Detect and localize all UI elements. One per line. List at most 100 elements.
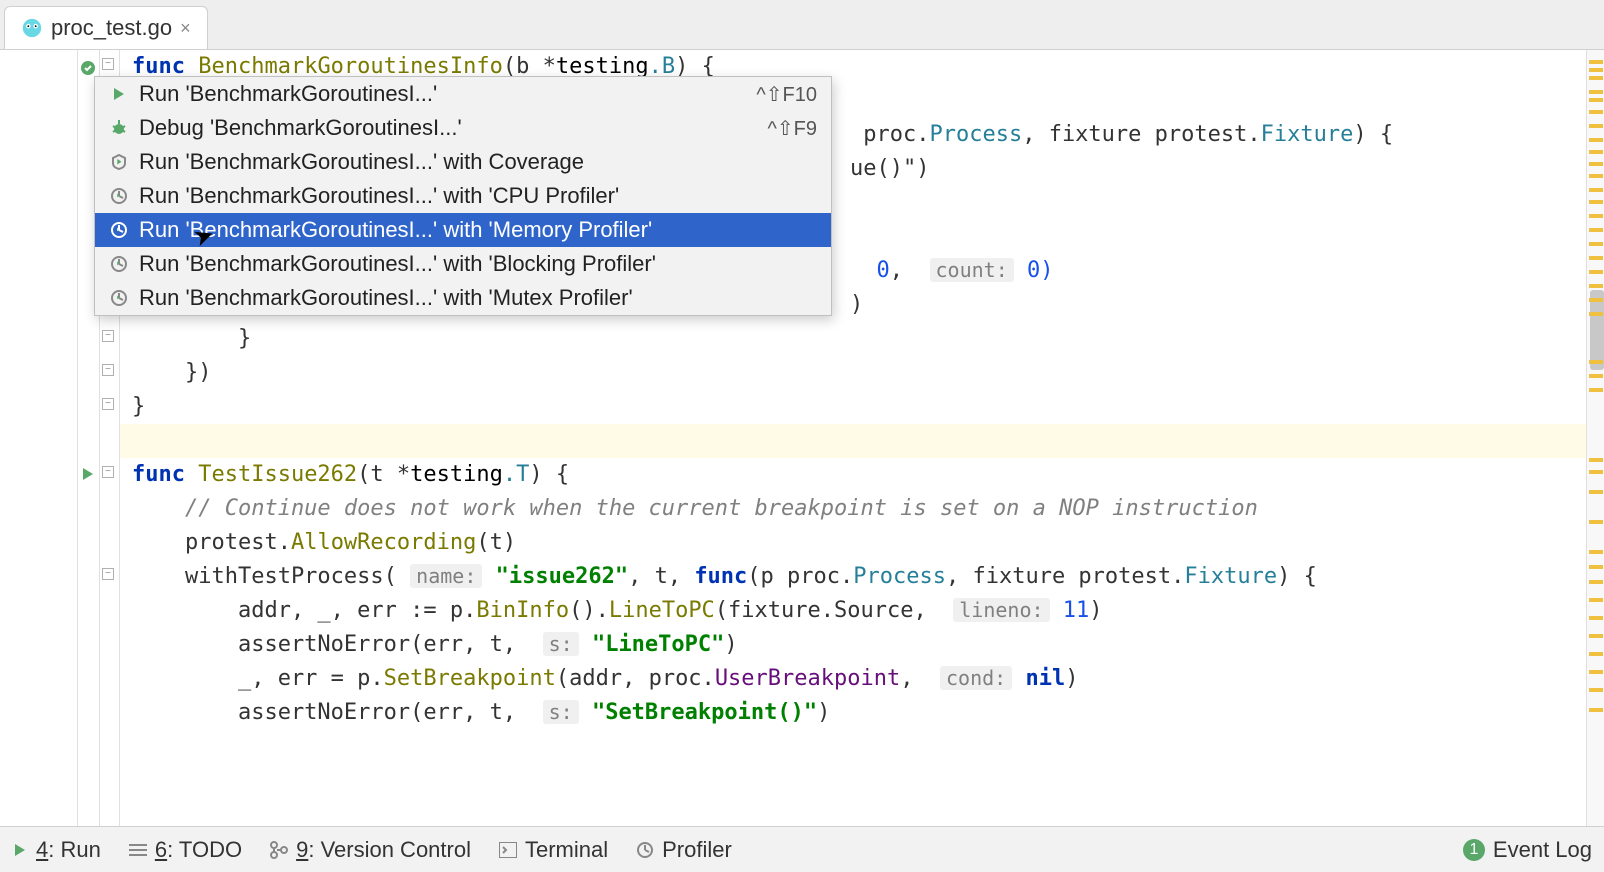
profile-icon bbox=[109, 255, 129, 273]
vcs-icon bbox=[270, 841, 288, 859]
fold-icon[interactable]: − bbox=[102, 568, 114, 580]
scrollbar-thumb[interactable] bbox=[1590, 290, 1604, 370]
code-line: 0, count: 0) bbox=[850, 258, 1054, 283]
stripe-warning-mark[interactable] bbox=[1589, 200, 1603, 204]
stripe-warning-mark[interactable] bbox=[1589, 688, 1603, 692]
menu-item-label: Run 'BenchmarkGoroutinesI...' with 'CPU … bbox=[139, 183, 817, 209]
code-line: ) bbox=[850, 292, 863, 317]
menu-item-label: Run 'BenchmarkGoroutinesI...' bbox=[139, 81, 716, 107]
menu-item-label: Run 'BenchmarkGoroutinesI...' with Cover… bbox=[139, 149, 817, 175]
stripe-warning-mark[interactable] bbox=[1589, 374, 1603, 378]
stripe-warning-mark[interactable] bbox=[1589, 150, 1603, 154]
stripe-warning-mark[interactable] bbox=[1589, 470, 1603, 474]
run-icon bbox=[109, 86, 129, 102]
stripe-warning-mark[interactable] bbox=[1589, 174, 1603, 178]
event-log-badge: 1 bbox=[1463, 839, 1485, 861]
menu-item-label: Run 'BenchmarkGoroutinesI...' with 'Mute… bbox=[139, 285, 817, 311]
code-line: ue()") bbox=[850, 156, 929, 181]
code-line: func TestIssue262(t *testing.T) { bbox=[132, 462, 569, 487]
go-file-icon bbox=[21, 17, 43, 39]
code-line: } bbox=[132, 394, 145, 419]
stripe-warning-mark[interactable] bbox=[1589, 98, 1603, 102]
stripe-warning-mark[interactable] bbox=[1589, 138, 1603, 142]
context-menu-item[interactable]: Run 'BenchmarkGoroutinesI...' with 'Bloc… bbox=[95, 247, 831, 281]
profile-icon bbox=[109, 221, 129, 239]
code-line: assertNoError(err, t, s: "LineToPC") bbox=[132, 632, 738, 657]
stripe-warning-mark[interactable] bbox=[1589, 360, 1603, 364]
status-terminal[interactable]: Terminal bbox=[499, 837, 608, 863]
debug-icon bbox=[109, 120, 129, 136]
code-line: }) bbox=[132, 360, 211, 385]
stripe-warning-mark[interactable] bbox=[1589, 270, 1603, 274]
stripe-warning-mark[interactable] bbox=[1589, 388, 1603, 392]
stripe-warning-mark[interactable] bbox=[1589, 162, 1603, 166]
stripe-warning-mark[interactable] bbox=[1589, 214, 1603, 218]
stripe-warning-mark[interactable] bbox=[1589, 550, 1603, 554]
context-menu-item[interactable]: Run 'BenchmarkGoroutinesI...' with 'Mute… bbox=[95, 281, 831, 315]
context-menu-item[interactable]: Run 'BenchmarkGoroutinesI...' with 'CPU … bbox=[95, 179, 831, 213]
code-line: addr, _, err := p.BinInfo().LineToPC(fix… bbox=[132, 598, 1103, 623]
status-event-log[interactable]: 1 Event Log bbox=[1463, 837, 1592, 863]
stripe-warning-mark[interactable] bbox=[1589, 565, 1603, 569]
stripe-warning-mark[interactable] bbox=[1589, 580, 1603, 584]
stripe-warning-mark[interactable] bbox=[1589, 256, 1603, 260]
menu-item-shortcut: ^⇧F10 bbox=[756, 82, 817, 107]
run-gutter-icon[interactable] bbox=[80, 466, 96, 482]
fold-icon[interactable]: − bbox=[102, 58, 114, 70]
stripe-warning-mark[interactable] bbox=[1589, 634, 1603, 638]
stripe-warning-mark[interactable] bbox=[1589, 284, 1603, 288]
status-profiler[interactable]: Profiler bbox=[636, 837, 732, 863]
pass-status-icon bbox=[80, 60, 96, 76]
fold-icon[interactable]: − bbox=[102, 398, 114, 410]
file-tab[interactable]: proc_test.go × bbox=[4, 6, 208, 49]
code-line: withTestProcess( name: "issue262", t, fu… bbox=[132, 564, 1317, 589]
todo-icon bbox=[129, 843, 147, 857]
stripe-warning-mark[interactable] bbox=[1589, 188, 1603, 192]
context-menu-item[interactable]: Run 'BenchmarkGoroutinesI...' with Cover… bbox=[95, 145, 831, 179]
close-tab-icon[interactable]: × bbox=[180, 18, 191, 39]
stripe-warning-mark[interactable] bbox=[1589, 298, 1603, 302]
error-stripe[interactable] bbox=[1586, 50, 1604, 826]
fold-icon[interactable]: − bbox=[102, 364, 114, 376]
stripe-warning-mark[interactable] bbox=[1589, 616, 1603, 620]
stripe-warning-mark[interactable] bbox=[1589, 708, 1603, 712]
stripe-warning-mark[interactable] bbox=[1589, 90, 1603, 94]
status-run[interactable]: 4: Run bbox=[12, 837, 101, 863]
context-menu-item[interactable]: Run 'BenchmarkGoroutinesI...' with 'Memo… bbox=[95, 213, 831, 247]
fold-icon[interactable]: − bbox=[102, 330, 114, 342]
menu-item-label: Run 'BenchmarkGoroutinesI...' with 'Bloc… bbox=[139, 251, 817, 277]
profile-icon bbox=[109, 187, 129, 205]
profiler-icon bbox=[636, 841, 654, 859]
code-line: // Continue does not work when the curre… bbox=[132, 496, 1258, 521]
status-vcs[interactable]: 9: Version Control bbox=[270, 837, 471, 863]
code-line: } bbox=[132, 326, 251, 351]
code-line: proc.Process, fixture protest.Fixture) { bbox=[850, 122, 1393, 147]
stripe-warning-mark[interactable] bbox=[1589, 598, 1603, 602]
stripe-warning-mark[interactable] bbox=[1589, 76, 1603, 80]
stripe-warning-mark[interactable] bbox=[1589, 110, 1603, 114]
code-line: protest.AllowRecording(t) bbox=[132, 530, 516, 555]
terminal-icon bbox=[499, 842, 517, 858]
code-line: _, err = p.SetBreakpoint(addr, proc.User… bbox=[132, 666, 1078, 691]
stripe-warning-mark[interactable] bbox=[1589, 60, 1603, 64]
stripe-warning-mark[interactable] bbox=[1589, 670, 1603, 674]
stripe-warning-mark[interactable] bbox=[1589, 228, 1603, 232]
fold-icon[interactable]: − bbox=[102, 466, 114, 478]
context-menu-item[interactable]: Run 'BenchmarkGoroutinesI...' ^⇧F10 bbox=[95, 77, 831, 111]
stripe-warning-mark[interactable] bbox=[1589, 520, 1603, 524]
coverage-icon bbox=[109, 154, 129, 170]
run-icon bbox=[12, 842, 28, 858]
stripe-warning-mark[interactable] bbox=[1589, 458, 1603, 462]
stripe-warning-mark[interactable] bbox=[1589, 242, 1603, 246]
status-todo[interactable]: 6: TODO bbox=[129, 837, 242, 863]
stripe-warning-mark[interactable] bbox=[1589, 124, 1603, 128]
stripe-warning-mark[interactable] bbox=[1589, 68, 1603, 72]
context-menu-item[interactable]: Debug 'BenchmarkGoroutinesI...'^⇧F9 bbox=[95, 111, 831, 145]
profile-icon bbox=[109, 289, 129, 307]
stripe-warning-mark[interactable] bbox=[1589, 652, 1603, 656]
status-bar: 4: Run 6: TODO 9: Version Control Termin… bbox=[0, 826, 1604, 872]
stripe-warning-mark[interactable] bbox=[1589, 312, 1603, 316]
stripe-warning-mark[interactable] bbox=[1589, 490, 1603, 494]
menu-item-label: Debug 'BenchmarkGoroutinesI...' bbox=[139, 115, 728, 141]
tab-filename: proc_test.go bbox=[51, 15, 172, 41]
